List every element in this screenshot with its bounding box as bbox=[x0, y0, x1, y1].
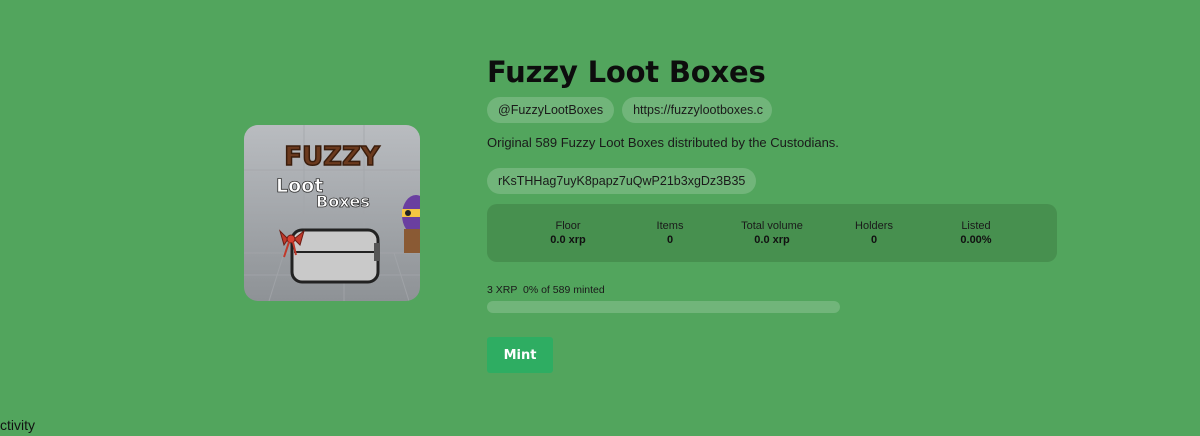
mint-button[interactable]: Mint bbox=[487, 337, 553, 373]
loot-box-illustration bbox=[278, 228, 380, 284]
stat-value: 0.0 xrp bbox=[550, 234, 586, 246]
mint-progress-text: 3 XRP 0% of 589 minted bbox=[487, 284, 605, 296]
stat-label: Total volume bbox=[741, 220, 803, 232]
collection-links: @FuzzyLootBoxes https://fuzzylootboxes.c bbox=[487, 97, 773, 123]
mint-progress-bar bbox=[487, 301, 840, 313]
stat-items: Items 0 bbox=[619, 204, 721, 262]
stat-value: 0 bbox=[870, 234, 878, 246]
tab-activity[interactable]: ctivity bbox=[0, 417, 35, 433]
collection-artwork: FUZZY Loot Boxes bbox=[244, 125, 420, 301]
stat-label: Holders bbox=[855, 220, 893, 232]
stat-value: 0 bbox=[666, 234, 674, 246]
stat-listed: Listed 0.00% bbox=[925, 204, 1027, 262]
stat-total-volume: Total volume 0.0 xrp bbox=[721, 204, 823, 262]
twitter-handle-link[interactable]: @FuzzyLootBoxes bbox=[487, 97, 615, 123]
stat-label: Items bbox=[656, 220, 684, 232]
mascot-character bbox=[402, 195, 420, 253]
stat-floor: Floor 0.0 xrp bbox=[517, 204, 619, 262]
stat-value: 0.0 xrp bbox=[754, 234, 790, 246]
website-link[interactable]: https://fuzzylootboxes.c bbox=[622, 97, 773, 123]
collection-title: Fuzzy Loot Boxes bbox=[487, 55, 766, 89]
stat-holders: Holders 0 bbox=[823, 204, 925, 262]
collection-description: Original 589 Fuzzy Loot Boxes distribute… bbox=[487, 135, 839, 150]
svg-text:FUZZY: FUZZY bbox=[284, 142, 381, 172]
svg-text:Boxes: Boxes bbox=[316, 192, 370, 211]
collection-stats-panel: Floor 0.0 xrp Items 0 Total volume 0.0 x… bbox=[487, 204, 1057, 262]
stat-label: Floor bbox=[555, 220, 581, 232]
collection-info: Fuzzy Loot Boxes @FuzzyLootBoxes https:/… bbox=[487, 52, 1057, 373]
stat-label: Listed bbox=[961, 220, 991, 232]
fuzzy-logo-text: FUZZY bbox=[284, 141, 382, 173]
collection-page: FUZZY Loot Boxes Fuzzy Loot Boxes @Fuzzy… bbox=[0, 0, 1200, 436]
stat-value: 0.00% bbox=[960, 234, 992, 246]
issuer-address-chip[interactable]: rKsTHHag7uyK8papz7uQwP21b3xgDz3B35 bbox=[487, 168, 757, 194]
